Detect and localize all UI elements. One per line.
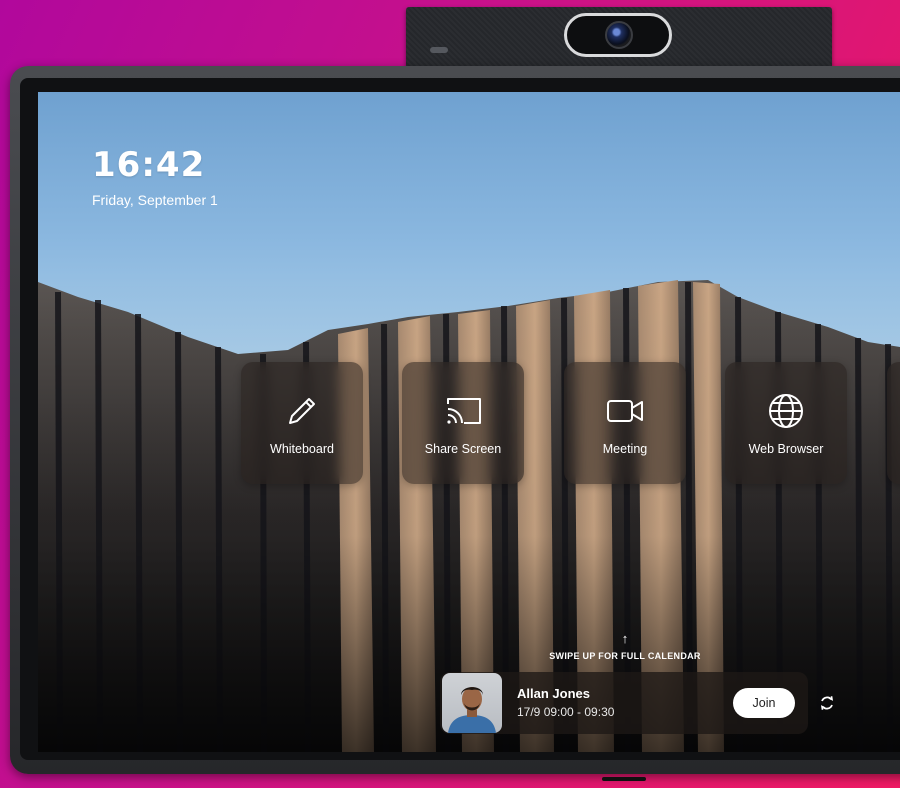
camera-lens xyxy=(605,21,633,49)
home-screen: 16:42 Friday, September 1 Whiteboard Sha… xyxy=(38,92,900,752)
pencil-icon xyxy=(289,398,315,424)
meeting-host-name: Allan Jones xyxy=(517,686,590,701)
tile-share-screen[interactable]: Share Screen xyxy=(402,362,524,484)
refresh-icon[interactable] xyxy=(818,694,836,712)
tile-whiteboard[interactable]: Whiteboard xyxy=(241,362,363,484)
person-photo xyxy=(448,687,496,733)
camera-indicator-light xyxy=(430,47,448,53)
arrow-up-icon: ↑ xyxy=(621,631,629,646)
tile-next-app[interactable] xyxy=(887,362,900,484)
tile-meeting[interactable]: Meeting xyxy=(564,362,686,484)
tile-label: Web Browser xyxy=(748,442,824,456)
camera-lens-housing xyxy=(564,13,672,57)
video-camera-icon xyxy=(607,400,643,422)
calendar-swipe-hint[interactable]: ↑ SWIPE UP FOR FULL CALENDAR xyxy=(438,631,812,662)
clock-date: Friday, September 1 xyxy=(92,192,218,208)
clock-time: 16:42 xyxy=(92,145,206,185)
cast-icon xyxy=(447,398,481,424)
avatar xyxy=(442,673,502,733)
join-button[interactable]: Join xyxy=(733,688,795,718)
camera-bar xyxy=(406,7,832,67)
tile-label: Meeting xyxy=(602,442,648,456)
next-meeting-card[interactable]: Allan Jones 17/9 09:00 - 09:30 Join xyxy=(440,672,808,734)
tile-label: Share Screen xyxy=(424,442,502,456)
tile-web-browser[interactable]: Web Browser xyxy=(725,362,847,484)
swipe-hint-label: SWIPE UP FOR FULL CALENDAR xyxy=(549,651,701,661)
meeting-time: 17/9 09:00 - 09:30 xyxy=(517,705,615,719)
tile-label: Whiteboard xyxy=(270,442,334,456)
globe-icon xyxy=(769,394,803,428)
display-sensor xyxy=(602,777,646,781)
